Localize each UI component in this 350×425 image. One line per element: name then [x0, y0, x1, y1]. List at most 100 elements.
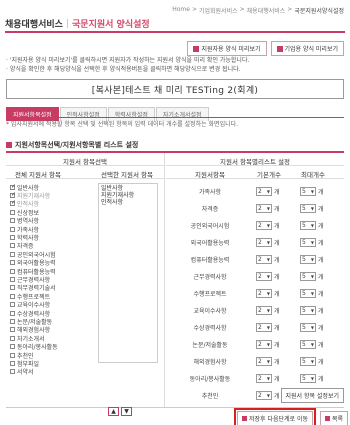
max-count-select[interactable]: 5▼ [300, 238, 316, 247]
basic-count-select[interactable]: 2 ▼ [256, 221, 272, 230]
section-bullet-icon [6, 142, 12, 148]
item-checkbox[interactable] [10, 191, 16, 199]
max-count-select[interactable]: 5▼ [300, 289, 316, 298]
view-item-settings-button[interactable]: 지원서 항목 설정보기 [280, 388, 344, 403]
basic-count-select[interactable]: 2 ▼ [256, 289, 272, 298]
item-select-column: 지원서 항목선택 전체 지원서 항목 선택한 지원서 항목 일반사항지원기재사항… [6, 153, 165, 416]
item-checkbox[interactable] [10, 209, 15, 215]
item-checkbox[interactable] [10, 285, 15, 291]
max-count-value: 5 [302, 222, 306, 229]
item-checkbox[interactable] [10, 243, 15, 249]
item-checkbox[interactable] [10, 226, 15, 232]
max-count-select[interactable]: 5▼ [300, 187, 316, 196]
item-checkbox[interactable] [10, 235, 15, 241]
max-count-select[interactable]: 5▼ [300, 323, 316, 332]
count-unit: 개 [274, 223, 280, 230]
item-checkbox[interactable] [10, 360, 15, 366]
basic-count-value: 2 [258, 324, 262, 331]
basic-count-select[interactable]: 2 ▼ [256, 374, 272, 383]
chevron-down-icon: ▼ [266, 325, 270, 330]
breadcrumb-item[interactable]: 채용대행서비스 [247, 6, 286, 15]
selected-item[interactable]: 일반사항 [101, 185, 155, 192]
chevron-down-icon: ▼ [310, 206, 314, 211]
count-unit: 개 [274, 308, 280, 315]
count-unit: 개 [318, 291, 324, 298]
tab-divider [6, 117, 344, 118]
max-count-select[interactable]: 5▼ [300, 340, 316, 349]
selected-item[interactable]: 지원기재사항 [101, 192, 155, 199]
basic-count-select[interactable]: 2 ▼ [256, 272, 272, 281]
item-count-row: 수행프로젝트 2 ▼ 개 5 ▼ 개 [166, 285, 344, 302]
item-checkbox[interactable] [10, 302, 15, 308]
chevron-down-icon: ▼ [310, 376, 314, 381]
item-checkbox[interactable] [10, 218, 15, 224]
save-next-button[interactable]: 저장후 다음단계로 이동 [237, 411, 314, 425]
chevron-down-icon: ▼ [310, 240, 314, 245]
max-count-select[interactable]: 5▼ [300, 357, 316, 366]
chevron-down-icon: ▼ [266, 342, 270, 347]
breadcrumb-item[interactable]: 기업회원서비스 [199, 6, 238, 15]
item-count-name: 컴퓨터활용능력 [190, 257, 230, 264]
move-up-button[interactable]: ▲ [108, 407, 119, 416]
basic-count-select[interactable]: 2 ▼ [256, 204, 272, 213]
count-unit: 개 [274, 189, 280, 196]
max-count-select[interactable]: 5▼ [300, 255, 316, 264]
all-item-row[interactable]: 서약서 [10, 368, 70, 376]
header-divider [6, 165, 164, 166]
breadcrumb: Home > 기업회원서비스 > 채용대행서비스 > 국문지원서양식설정 [172, 6, 344, 15]
basic-count-value: 2 [258, 222, 262, 229]
basic-count-select[interactable]: 2 ▼ [256, 323, 272, 332]
basic-count-select[interactable]: 2 ▼ [256, 238, 272, 247]
item-count-name: 외국어활용능력 [190, 240, 230, 247]
breadcrumb-item[interactable]: Home [172, 6, 190, 15]
item-checkbox[interactable] [10, 327, 15, 333]
applicant-preview-button[interactable]: 지원자용 양식 미리보기 [187, 41, 267, 56]
count-unit: 개 [274, 376, 280, 383]
item-checkbox[interactable] [10, 268, 15, 274]
item-count-name: 교육이수사항 [193, 308, 227, 315]
move-down-button[interactable]: ▼ [121, 407, 132, 416]
chevron-down-icon: ▼ [266, 223, 270, 228]
item-checkbox[interactable] [10, 199, 16, 207]
basic-count-value: 2 [258, 307, 262, 314]
corp-preview-button[interactable]: 기업용 양식 미리보기 [270, 41, 344, 56]
item-checkbox[interactable] [10, 260, 15, 266]
item-checkbox[interactable] [10, 310, 15, 316]
chevron-down-icon: ▼ [266, 274, 270, 279]
selected-items-list[interactable]: 일반사항 지원기재사항 인적사항 [98, 183, 158, 363]
max-count-select[interactable]: 5▼ [300, 221, 316, 230]
item-checkbox[interactable] [10, 352, 15, 358]
item-count-name: 가족사항 [198, 189, 222, 196]
item-checkbox[interactable] [10, 344, 15, 350]
basic-count-select[interactable]: 2 ▼ [256, 340, 272, 349]
max-count-select[interactable]: 5▼ [300, 204, 316, 213]
item-checkbox[interactable] [10, 293, 15, 299]
next-button-highlight: 저장후 다음단계로 이동 [234, 408, 317, 425]
max-count-value: 5 [302, 188, 306, 195]
chevron-down-icon: ▼ [310, 291, 314, 296]
corp-preview-label: 기업용 양식 미리보기 [284, 46, 339, 53]
chevron-down-icon: ▼ [266, 308, 270, 313]
count-unit: 개 [318, 376, 324, 383]
save-next-label: 저장후 다음단계로 이동 [249, 416, 309, 423]
basic-count-select[interactable]: 2 ▼ [256, 391, 272, 400]
tab-note: * 입사지원서에 적용할 항목 선택 및 선택된 항목의 입력 데이터 개수를 … [6, 121, 239, 128]
basic-count-select[interactable]: 2 ▼ [256, 255, 272, 264]
item-checkbox[interactable] [10, 318, 15, 324]
list-button[interactable]: 목록 [320, 411, 349, 425]
basic-count-select[interactable]: 2 ▼ [256, 187, 272, 196]
max-count-select[interactable]: 5▼ [300, 272, 316, 281]
item-checkbox[interactable] [10, 335, 15, 341]
max-count-select[interactable]: 5▼ [300, 374, 316, 383]
breadcrumb-item[interactable]: 국문지원서양식설정 [294, 6, 344, 15]
count-unit: 개 [318, 206, 324, 213]
item-checkbox[interactable] [10, 369, 15, 375]
item-checkbox[interactable] [10, 276, 15, 282]
basic-count-select[interactable]: 2 ▼ [256, 357, 272, 366]
item-checkbox[interactable] [10, 251, 15, 257]
item-checkbox[interactable] [10, 183, 16, 190]
max-count-select[interactable]: 5▼ [300, 306, 316, 315]
basic-count-select[interactable]: 2 ▼ [256, 306, 272, 315]
item-count-row: 근무경력사항 2 ▼ 개 5 ▼ 개 [166, 268, 344, 285]
selected-item[interactable]: 인적사항 [101, 199, 155, 206]
